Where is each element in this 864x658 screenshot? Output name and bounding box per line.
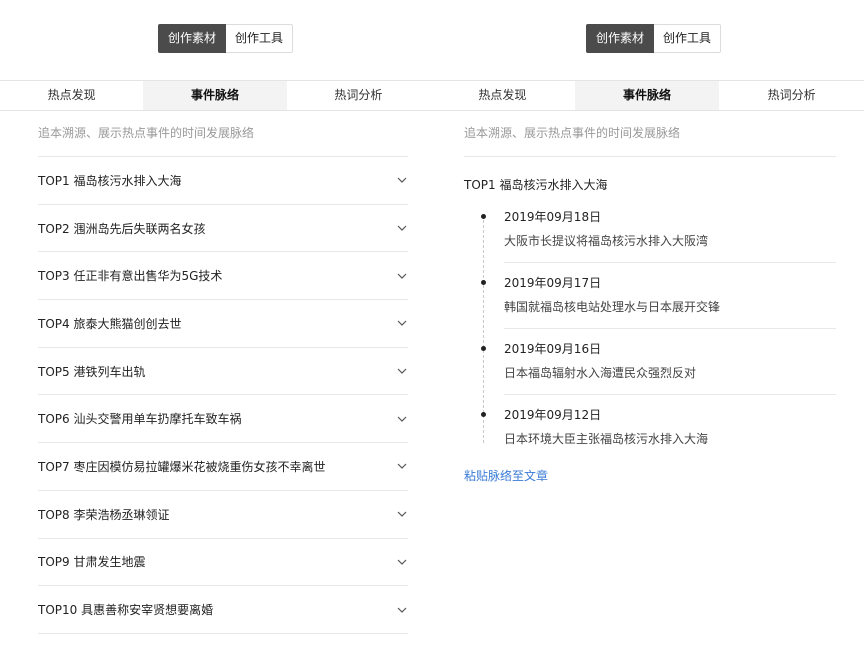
dot-icon [481, 214, 486, 219]
tab-hot-word-analysis[interactable]: 热词分析 [287, 81, 430, 110]
chevron-down-icon[interactable] [396, 174, 408, 186]
list-item[interactable]: TOP8 李荣浩杨丞琳领证 [38, 491, 408, 539]
materials-button[interactable]: 创作素材 [586, 24, 655, 53]
timeline-date: 2019年09月17日 [504, 276, 602, 290]
chevron-down-icon[interactable] [396, 508, 408, 520]
timeline-entry: 2019年09月16日 日本福岛辐射水入海遭民众强烈反对 [464, 337, 836, 403]
timeline-date: 2019年09月16日 [504, 342, 602, 356]
dot-icon [481, 280, 486, 285]
list-item[interactable]: TOP3 任正非有意出售华为5G技术 [38, 252, 408, 301]
divider [504, 328, 836, 329]
chevron-down-icon[interactable] [396, 413, 408, 425]
chevron-down-icon[interactable] [396, 317, 408, 329]
timeline-text: 大阪市长提议将福岛核污水排入大阪湾 [504, 234, 709, 248]
tab-hot-discovery[interactable]: 热点发现 [0, 81, 143, 110]
list-item-title: TOP10 具惠善称安宰贤想要离婚 [38, 603, 214, 618]
list-item[interactable]: TOP7 枣庄因模仿易拉罐爆米花被烧重伤女孩不幸离世 [38, 443, 408, 491]
list-item-title: TOP4 旅泰大熊猫创创去世 [38, 316, 182, 331]
left-panel: 创作素材 创作工具 热点发现 事件脉络 热词分析 追本溯源、展示热点事件的时间发… [0, 0, 430, 658]
list-item[interactable]: TOP4 旅泰大熊猫创创去世 [38, 300, 408, 348]
list-item[interactable]: TOP10 具惠善称安宰贤想要离婚 [38, 586, 408, 634]
chevron-down-icon[interactable] [396, 556, 408, 568]
list-item[interactable]: TOP5 港铁列车出轨 [38, 348, 408, 396]
list-item-title: TOP5 港铁列车出轨 [38, 364, 146, 379]
list-item[interactable]: TOP2 涠洲岛先后失联两名女孩 [38, 205, 408, 253]
timeline-entry: 2019年09月17日 韩国就福岛核电站处理水与日本展开交锋 [464, 271, 836, 337]
tab-bar: 热点发现 事件脉络 热词分析 [0, 80, 430, 111]
source-toggle: 创作素材 创作工具 [158, 24, 294, 53]
chevron-down-icon[interactable] [396, 365, 408, 377]
list-item[interactable]: TOP6 汕头交警用单车扔摩托车致车祸 [38, 395, 408, 444]
chevron-down-icon[interactable] [396, 222, 408, 234]
list-item-title: TOP7 枣庄因模仿易拉罐爆米花被烧重伤女孩不幸离世 [38, 459, 326, 474]
divider [504, 262, 836, 263]
tools-button[interactable]: 创作工具 [654, 24, 722, 53]
list-divider [464, 156, 836, 157]
tab-event-timeline[interactable]: 事件脉络 [143, 81, 287, 110]
tab-description: 追本溯源、展示热点事件的时间发展脉络 [464, 126, 681, 140]
event-list: TOP1 福岛核污水排入大海 TOP2 涠洲岛先后失联两名女孩 TOP3 任正非… [38, 156, 408, 634]
dot-icon [481, 346, 486, 351]
expanded-item-title[interactable]: TOP1 福岛核污水排入大海 [464, 176, 607, 193]
paste-timeline-link[interactable]: 粘贴脉络至文章 [464, 467, 548, 484]
dot-icon [481, 412, 486, 417]
divider [504, 394, 836, 395]
tab-description: 追本溯源、展示热点事件的时间发展脉络 [38, 126, 255, 140]
timeline-text: 日本环境大臣主张福岛核污水排入大海 [504, 432, 709, 446]
timeline-date: 2019年09月12日 [504, 408, 602, 422]
chevron-down-icon[interactable] [396, 460, 408, 472]
tab-hot-discovery[interactable]: 热点发现 [430, 81, 575, 110]
timeline-entry: 2019年09月18日 大阪市长提议将福岛核污水排入大阪湾 [464, 205, 836, 271]
list-item[interactable]: TOP1 福岛核污水排入大海 [38, 157, 408, 205]
materials-button[interactable]: 创作素材 [158, 24, 227, 53]
list-item[interactable]: TOP9 甘肃发生地震 [38, 539, 408, 587]
timeline-text: 日本福岛辐射水入海遭民众强烈反对 [504, 366, 697, 380]
list-item-title: TOP1 福岛核污水排入大海 [38, 173, 182, 188]
chevron-down-icon[interactable] [396, 270, 408, 282]
tab-event-timeline[interactable]: 事件脉络 [574, 81, 720, 110]
tab-hot-word-analysis[interactable]: 热词分析 [719, 81, 864, 110]
event-timeline: 2019年09月18日 大阪市长提议将福岛核污水排入大阪湾 2019年09月17… [464, 205, 836, 469]
chevron-down-icon[interactable] [396, 604, 408, 616]
list-item-title: TOP2 涠洲岛先后失联两名女孩 [38, 221, 206, 236]
list-item-title: TOP8 李荣浩杨丞琳领证 [38, 507, 170, 522]
timeline-text: 韩国就福岛核电站处理水与日本展开交锋 [504, 300, 721, 314]
timeline-date: 2019年09月18日 [504, 210, 602, 224]
tools-button[interactable]: 创作工具 [226, 24, 294, 53]
tab-bar: 热点发现 事件脉络 热词分析 [430, 80, 864, 111]
right-panel: 创作素材 创作工具 热点发现 事件脉络 热词分析 追本溯源、展示热点事件的时间发… [430, 0, 864, 658]
list-item-title: TOP6 汕头交警用单车扔摩托车致车祸 [38, 412, 242, 427]
list-item-title: TOP3 任正非有意出售华为5G技术 [38, 269, 223, 284]
source-toggle: 创作素材 创作工具 [586, 24, 722, 53]
list-item-title: TOP9 甘肃发生地震 [38, 555, 146, 570]
timeline-entry: 2019年09月12日 日本环境大臣主张福岛核污水排入大海 [464, 403, 836, 469]
